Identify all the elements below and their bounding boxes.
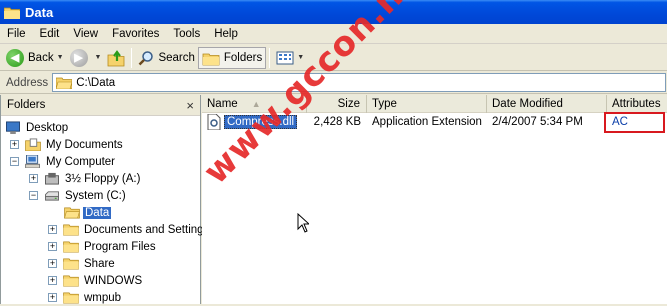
folder-icon	[63, 241, 79, 253]
folders-pane-title: Folders	[7, 99, 46, 111]
dll-file-icon	[207, 114, 221, 130]
toolbar-separator	[131, 47, 133, 68]
up-folder-button[interactable]	[104, 47, 128, 69]
expand-icon[interactable]: +	[48, 293, 57, 302]
tree-item-desktop[interactable]: Desktop	[5, 119, 70, 136]
column-header-date-modified[interactable]: Date Modified	[487, 95, 607, 113]
back-label: Back	[28, 51, 54, 64]
menu-edit[interactable]: Edit	[33, 28, 67, 40]
collapse-icon[interactable]: −	[29, 191, 38, 200]
folders-button[interactable]: Folders	[197, 46, 267, 69]
tree-item-share[interactable]: + Share	[48, 255, 117, 272]
drive-icon	[45, 191, 59, 201]
tree-item-label: WINDOWS	[84, 274, 143, 287]
my-documents-icon	[25, 138, 41, 151]
folder-icon	[63, 224, 79, 236]
tree-item-my-computer[interactable]: − My Computer	[10, 153, 117, 170]
file-size: 2,428 KB	[313, 116, 361, 128]
tree-item-label: My Computer	[46, 155, 116, 168]
expand-icon[interactable]: +	[10, 140, 19, 149]
window-title: Data	[25, 4, 54, 20]
folder-open-icon	[56, 77, 73, 89]
tree-item-label: wmpub	[84, 291, 122, 304]
expand-icon[interactable]: +	[48, 225, 57, 234]
my-computer-icon	[25, 155, 40, 168]
address-label: Address	[6, 76, 49, 89]
file-date-modified: 2/4/2007 5:34 PM	[492, 116, 583, 128]
back-button[interactable]: ◀ Back ▼	[3, 47, 67, 69]
tree-item-label: System (C:)	[65, 189, 126, 202]
tree-item-label: Data	[83, 206, 112, 219]
desktop-icon	[6, 121, 20, 134]
folders-pane: Folders × Desktop + My Documents − My Co…	[0, 95, 209, 306]
folder-open-icon	[64, 207, 80, 219]
tree-item-floppy[interactable]: + 3½ Floppy (A:)	[29, 170, 142, 187]
tree-item-label: Program Files	[84, 240, 156, 253]
back-arrow-icon: ◀	[6, 48, 24, 67]
up-folder-icon	[108, 49, 125, 66]
tree-item-data[interactable]: Data	[64, 204, 112, 221]
toolbar-separator	[269, 47, 271, 68]
column-header-attributes[interactable]: Attributes	[607, 95, 667, 113]
mouse-cursor-icon	[297, 213, 309, 233]
tree-item-my-documents[interactable]: + My Documents	[10, 136, 125, 153]
address-value: C:\Data	[76, 76, 116, 89]
tree-item-documents-and-settings[interactable]: + Documents and Settings	[48, 221, 211, 238]
folder-icon	[3, 6, 21, 19]
title-bar: Data	[0, 0, 667, 24]
tree-item-label: Documents and Settings	[84, 223, 210, 236]
tree-item-system-c[interactable]: − System (C:)	[29, 187, 128, 204]
column-header-type[interactable]: Type	[367, 95, 487, 113]
highlight-annotation-box	[604, 112, 665, 133]
expand-icon[interactable]: +	[48, 259, 57, 268]
search-icon	[139, 50, 154, 65]
folders-label: Folders	[223, 51, 263, 64]
menu-tools[interactable]: Tools	[166, 28, 207, 40]
chevron-down-icon[interactable]: ▼	[95, 54, 102, 61]
expand-icon[interactable]: +	[29, 174, 38, 183]
forward-arrow-icon: ▶	[69, 48, 88, 67]
menu-file[interactable]: File	[0, 28, 33, 40]
folder-icon	[63, 258, 79, 270]
menu-help[interactable]: Help	[207, 28, 245, 40]
folders-icon	[202, 53, 220, 65]
folder-icon	[63, 275, 79, 287]
menu-favorites[interactable]: Favorites	[105, 28, 166, 40]
tree-item-program-files[interactable]: + Program Files	[48, 238, 158, 255]
tree-item-label: Share	[84, 257, 115, 270]
address-field[interactable]: C:\Data	[52, 73, 666, 92]
close-icon[interactable]: ×	[186, 98, 194, 113]
forward-button[interactable]: ▶ ▼	[67, 47, 105, 69]
tree-item-label: Desktop	[26, 121, 69, 134]
tree-item-label: My Documents	[46, 138, 123, 151]
search-button[interactable]: Search	[135, 47, 197, 69]
file-type: Application Extension	[372, 116, 482, 128]
expand-icon[interactable]: +	[48, 242, 57, 251]
tree-item-windows[interactable]: + WINDOWS	[48, 272, 144, 289]
chevron-down-icon[interactable]: ▼	[57, 54, 64, 61]
search-label: Search	[158, 51, 195, 64]
folder-icon	[63, 292, 79, 304]
floppy-icon	[45, 172, 59, 185]
folders-pane-header: Folders ×	[1, 95, 200, 116]
views-grid-icon	[276, 51, 294, 64]
menu-view[interactable]: View	[66, 28, 105, 40]
expand-icon[interactable]: +	[48, 276, 57, 285]
collapse-icon[interactable]: −	[10, 157, 19, 166]
tree-item-label: 3½ Floppy (A:)	[65, 172, 141, 185]
tree-item-wmpub[interactable]: + wmpub	[48, 289, 123, 306]
